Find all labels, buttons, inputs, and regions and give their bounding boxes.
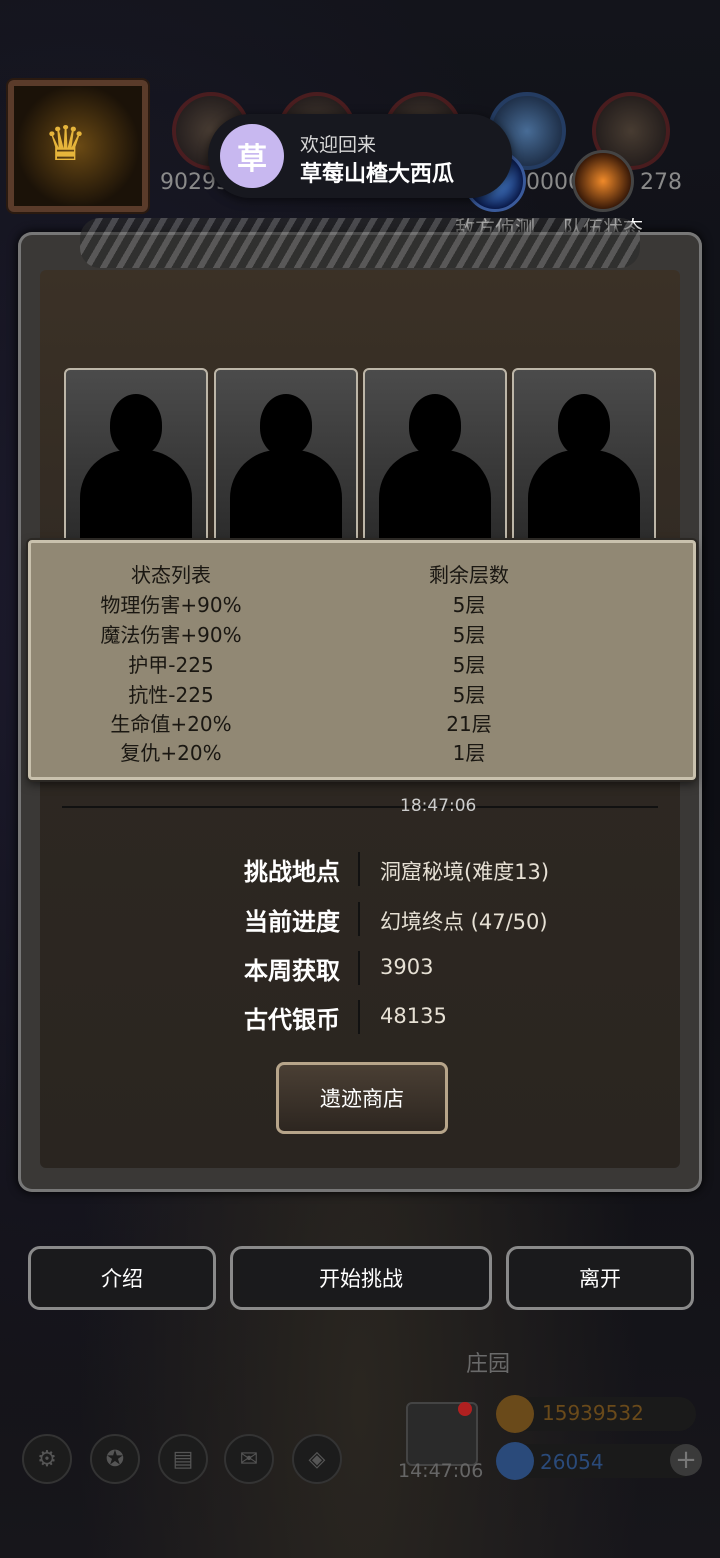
leave-button[interactable]: 离开 xyxy=(506,1246,694,1310)
mail-icon[interactable]: ✉ xyxy=(224,1434,274,1484)
gold-icon xyxy=(496,1395,534,1433)
silhouette-body xyxy=(230,450,342,548)
silver-coin-label: 古代银币 xyxy=(244,1006,340,1034)
location-label: 挑战地点 xyxy=(244,858,340,886)
welcome-text: 欢迎回来 xyxy=(300,134,377,156)
manor-title: 庄园 xyxy=(466,1352,511,1377)
status-column-header: 状态列表 xyxy=(131,563,211,587)
team-slot[interactable] xyxy=(64,368,208,550)
location-value: 洞窟秘境(难度13) xyxy=(380,860,550,884)
separator xyxy=(358,1000,360,1034)
progress-label: 当前进度 xyxy=(244,908,340,936)
status-row: 抗性-225 5层 xyxy=(31,679,693,709)
separator xyxy=(358,902,360,936)
divider xyxy=(62,806,658,808)
silhouette-icon xyxy=(260,394,312,456)
badge-icon[interactable]: ✪ xyxy=(90,1434,140,1484)
intro-button[interactable]: 介绍 xyxy=(28,1246,216,1310)
status-name: 抗性-225 xyxy=(128,683,214,707)
status-header: 状态列表 剩余层数 xyxy=(31,559,693,589)
silhouette-body xyxy=(379,450,491,548)
layers-column-header: 剩余层数 xyxy=(429,563,509,587)
gold-value: 15939532 xyxy=(542,1401,644,1425)
share-icon[interactable]: ◈ xyxy=(292,1434,342,1484)
silhouette-body xyxy=(80,450,192,548)
frame-ornament xyxy=(80,218,640,268)
team-slot[interactable] xyxy=(512,368,656,550)
status-layers: 1层 xyxy=(452,741,486,765)
team-slot[interactable] xyxy=(214,368,358,550)
username: 草莓山楂大西瓜 xyxy=(300,162,455,187)
status-row: 复仇+20% 1层 xyxy=(31,737,693,767)
status-list-popup: 状态列表 剩余层数 物理伤害+90% 5层 魔法伤害+90% 5层 护甲-225… xyxy=(28,540,696,780)
status-row: 护甲-225 5层 xyxy=(31,649,693,679)
separator xyxy=(358,852,360,886)
user-avatar: 草 xyxy=(220,124,284,188)
weekly-gain-value: 3903 xyxy=(380,955,434,979)
status-name: 护甲-225 xyxy=(128,653,214,677)
hud-time: 14:47:06 xyxy=(398,1460,484,1482)
status-layers: 5层 xyxy=(452,593,486,617)
crown-icon: ♛ xyxy=(44,116,88,172)
status-row: 物理伤害+90% 5层 xyxy=(31,589,693,619)
silhouette-icon xyxy=(558,394,610,456)
welcome-toast: 草 欢迎回来 草莓山楂大西瓜 xyxy=(208,114,512,198)
separator xyxy=(358,951,360,985)
relic-shop-button[interactable]: 遗迹商店 xyxy=(276,1062,448,1134)
status-layers: 5层 xyxy=(452,683,486,707)
silhouette-icon xyxy=(110,394,162,456)
status-row: 生命值+20% 21层 xyxy=(31,708,693,738)
status-name: 复仇+20% xyxy=(120,741,222,765)
flame-icon xyxy=(572,150,634,212)
start-challenge-button[interactable]: 开始挑战 xyxy=(230,1246,492,1310)
status-layers: 21层 xyxy=(446,712,492,736)
add-gems-button[interactable]: + xyxy=(670,1444,702,1476)
status-name: 魔法伤害+90% xyxy=(100,623,242,647)
gem-icon xyxy=(496,1442,534,1480)
progress-value: 幻境终点 (47/50) xyxy=(380,910,548,934)
scroll-icon[interactable]: ▤ xyxy=(158,1434,208,1484)
status-layers: 5层 xyxy=(452,653,486,677)
settings-icon[interactable]: ⚙ xyxy=(22,1434,72,1484)
gem-value: 26054 xyxy=(540,1450,604,1474)
player-portrait[interactable]: ♛ xyxy=(8,80,148,212)
status-row: 魔法伤害+90% 5层 xyxy=(31,619,693,649)
status-layers: 5层 xyxy=(452,623,486,647)
notification-dot xyxy=(458,1402,472,1416)
status-name: 生命值+20% xyxy=(110,712,232,736)
status-name: 物理伤害+90% xyxy=(100,593,242,617)
countdown-time: 18:47:06 xyxy=(400,796,477,816)
weekly-gain-label: 本周获取 xyxy=(244,957,340,985)
silver-coin-value: 48135 xyxy=(380,1004,447,1028)
silhouette-icon xyxy=(409,394,461,456)
team-slot[interactable] xyxy=(363,368,507,550)
silhouette-body xyxy=(528,450,640,548)
